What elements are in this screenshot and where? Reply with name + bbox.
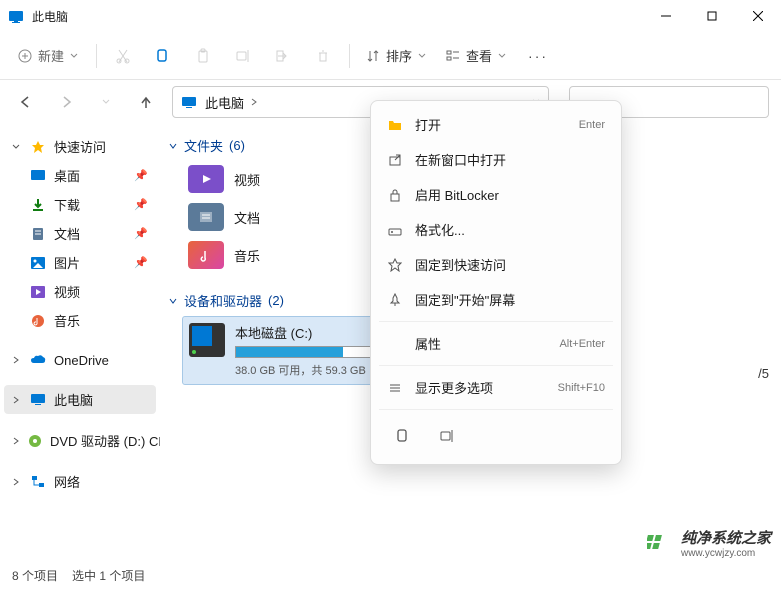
close-button[interactable]: [735, 0, 781, 32]
sort-label: 排序: [386, 46, 412, 65]
sidebar-network[interactable]: 网络: [4, 467, 156, 496]
app-icon: [8, 8, 24, 24]
recent-button[interactable]: [92, 88, 120, 116]
watermark: 纯净系统之家 www.ycwjzy.com: [647, 527, 771, 559]
ctx-action-row: [377, 414, 615, 458]
sidebar-item-desktop[interactable]: 桌面📌: [4, 161, 156, 190]
copy-button[interactable]: [145, 38, 181, 74]
status-bar: 8 个项目 选中 1 个项目: [0, 561, 781, 589]
sidebar: 快速访问 桌面📌 下载📌 文档📌 图片📌 视频 音乐 OneDrive 此电脑 …: [0, 124, 160, 561]
sidebar-item-pictures[interactable]: 图片📌: [4, 248, 156, 277]
sidebar-onedrive[interactable]: OneDrive: [4, 347, 156, 373]
maximize-button[interactable]: [689, 0, 735, 32]
cloud-icon: [30, 352, 46, 368]
window-title: 此电脑: [32, 8, 643, 25]
chevron-down-icon: [12, 143, 20, 151]
pin-icon: 📌: [134, 169, 148, 182]
sidebar-item-music[interactable]: 音乐: [4, 306, 156, 335]
pc-icon: [30, 392, 46, 408]
title-bar: 此电脑: [0, 0, 781, 32]
ctx-new-window[interactable]: 在新窗口中打开: [377, 142, 615, 177]
sort-button[interactable]: 排序: [358, 40, 434, 71]
context-menu: 打开Enter 在新窗口中打开 启用 BitLocker 格式化... 固定到快…: [370, 100, 622, 465]
sidebar-item-downloads[interactable]: 下载📌: [4, 190, 156, 219]
star-icon: [30, 139, 46, 155]
watermark-logo: [647, 531, 675, 555]
pc-icon: [181, 95, 197, 109]
drive-icon: [189, 323, 225, 357]
sidebar-item-videos[interactable]: 视频: [4, 277, 156, 306]
breadcrumb[interactable]: 此电脑: [205, 93, 258, 112]
chevron-down-icon: [168, 296, 178, 306]
pin-icon: [387, 292, 403, 308]
chevron-right-icon: [12, 437, 20, 445]
more-button[interactable]: ···: [518, 42, 558, 70]
ctx-copy-button[interactable]: [385, 420, 421, 452]
sidebar-item-documents[interactable]: 文档📌: [4, 219, 156, 248]
paste-button[interactable]: [185, 38, 221, 74]
lock-icon: [387, 187, 403, 203]
video-icon: [30, 284, 46, 300]
ctx-properties[interactable]: 属性Alt+Enter: [377, 326, 615, 361]
ctx-pin-start[interactable]: 固定到"开始"屏幕: [377, 282, 615, 317]
sidebar-dvd[interactable]: DVD 驱动器 (D:) CP: [4, 426, 156, 455]
star-icon: [387, 257, 403, 273]
view-icon: [446, 49, 460, 63]
delete-button[interactable]: [305, 38, 341, 74]
chevron-down-icon: [418, 52, 426, 60]
back-button[interactable]: [12, 88, 40, 116]
picture-icon: [30, 255, 46, 271]
document-icon: [30, 226, 46, 242]
chevron-down-icon: [498, 52, 506, 60]
video-folder-icon: [188, 165, 224, 193]
view-label: 查看: [466, 46, 492, 65]
download-icon: [30, 197, 46, 213]
status-count: 8 个项目: [12, 567, 58, 584]
plus-circle-icon: [18, 49, 32, 63]
chevron-down-icon: [70, 52, 78, 60]
view-button[interactable]: 查看: [438, 40, 514, 71]
menu-icon: [387, 380, 403, 396]
chevron-right-icon: [12, 396, 20, 404]
toolbar: 新建 排序 查看 ···: [0, 32, 781, 80]
disc-icon: [28, 433, 42, 449]
document-folder-icon: [188, 203, 224, 231]
ctx-pin-quick[interactable]: 固定到快速访问: [377, 247, 615, 282]
minimize-button[interactable]: [643, 0, 689, 32]
cut-button[interactable]: [105, 38, 141, 74]
chevron-right-icon: [12, 356, 20, 364]
ctx-bitlocker[interactable]: 启用 BitLocker: [377, 177, 615, 212]
new-button[interactable]: 新建: [8, 40, 88, 71]
desktop-icon: [30, 168, 46, 184]
chevron-right-icon: [250, 98, 258, 106]
forward-button[interactable]: [52, 88, 80, 116]
up-button[interactable]: [132, 88, 160, 116]
music-folder-icon: [188, 241, 224, 269]
chevron-down-icon: [168, 141, 178, 151]
sidebar-quick-access[interactable]: 快速访问: [4, 132, 156, 161]
music-icon: [30, 313, 46, 329]
share-button[interactable]: [265, 38, 301, 74]
rename-button[interactable]: [225, 38, 261, 74]
new-label: 新建: [38, 46, 64, 65]
folder-open-icon: [387, 117, 403, 133]
sidebar-thispc[interactable]: 此电脑: [4, 385, 156, 414]
ctx-rename-button[interactable]: [429, 420, 465, 452]
ctx-open[interactable]: 打开Enter: [377, 107, 615, 142]
status-selected: 选中 1 个项目: [72, 567, 145, 584]
ctx-more[interactable]: 显示更多选项Shift+F10: [377, 370, 615, 405]
ctx-format[interactable]: 格式化...: [377, 212, 615, 247]
pin-icon: 📌: [134, 227, 148, 240]
new-window-icon: [387, 152, 403, 168]
sort-icon: [366, 49, 380, 63]
chevron-right-icon: [12, 478, 20, 486]
drive-icon: [387, 222, 403, 238]
network-icon: [30, 474, 46, 490]
pin-icon: 📌: [134, 198, 148, 211]
drive-fragment: /5: [758, 366, 769, 381]
pin-icon: 📌: [134, 256, 148, 269]
